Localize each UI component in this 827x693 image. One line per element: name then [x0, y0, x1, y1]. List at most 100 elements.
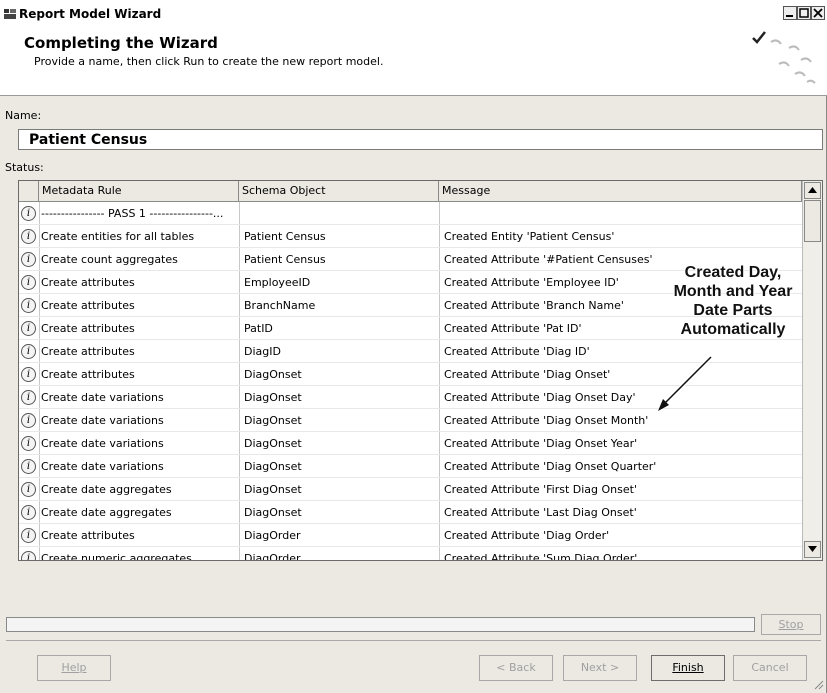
wizard-graphic-icon [752, 31, 816, 84]
table-row[interactable]: i Create date variations DiagOnset Created … [19, 432, 802, 455]
schema-object-cell: DiagOrder [244, 529, 301, 542]
schema-object-cell: DiagOnset [244, 391, 302, 404]
message-cell: Created Attribute 'Diag Onset Quarter' [444, 460, 657, 473]
annotation-callout: Created Day, Month and Year Date Parts A… [663, 263, 803, 339]
info-icon: i [21, 252, 36, 267]
next-button[interactable]: Next > [563, 655, 637, 681]
name-field[interactable]: Patient Census [18, 129, 823, 150]
metadata-rule-cell: Create date variations [41, 437, 164, 450]
info-icon: i [21, 298, 36, 313]
message-cell: Created Attribute 'Diag Order' [444, 529, 610, 542]
window-title: Report Model Wizard [19, 7, 162, 21]
scroll-down-icon [808, 546, 817, 552]
metadata-rule-cell: Create attributes [41, 345, 135, 358]
close-icon [813, 8, 823, 18]
message-cell [444, 202, 799, 225]
metadata-rule-cell: Create attributes [41, 322, 135, 335]
schema-object-cell: BranchName [244, 299, 316, 312]
close-button[interactable] [811, 6, 825, 20]
table-row[interactable]: i Create attributes DiagOrder Created Attri… [19, 524, 802, 547]
resize-grip-icon[interactable] [812, 678, 824, 690]
row-icon-cell: i [19, 547, 39, 560]
metadata-rule-cell: Create attributes [41, 368, 135, 381]
help-button[interactable]: Help [37, 655, 111, 681]
info-icon: i [21, 505, 36, 520]
column-header-message[interactable]: Message [439, 181, 802, 202]
scroll-thumb[interactable] [804, 200, 821, 242]
row-icon-cell: i [19, 409, 39, 432]
metadata-rule-cell: Create attributes [41, 529, 135, 542]
table-row[interactable]: i Create date aggregates DiagOnset Created … [19, 501, 802, 524]
schema-object-cell: DiagOnset [244, 368, 302, 381]
back-button[interactable]: < Back [479, 655, 553, 681]
callout-line: Created Day, [684, 264, 782, 281]
info-icon: i [21, 482, 36, 497]
app-icon [4, 9, 16, 19]
schema-object-cell [244, 202, 434, 225]
metadata-rule-cell: Create date variations [41, 460, 164, 473]
row-icon-cell: i [19, 455, 39, 478]
divider [6, 640, 821, 641]
table-row[interactable]: i ---------------- PASS 1 ---------------… [19, 202, 802, 225]
metadata-rule-cell: Create date variations [41, 391, 164, 404]
info-icon: i [21, 436, 36, 451]
grid-header-icon-column [19, 181, 39, 202]
schema-object-cell: DiagOnset [244, 506, 302, 519]
maximize-button[interactable] [797, 6, 811, 20]
metadata-rule-cell: ---------------- PASS 1 ----------------… [41, 207, 224, 220]
table-row[interactable]: i Create date variations DiagOnset Created … [19, 455, 802, 478]
metadata-rule-cell: Create date aggregates [41, 483, 172, 496]
status-label: Status: [5, 161, 44, 174]
minimize-button[interactable] [783, 6, 797, 20]
message-cell: Created Attribute 'Diag Onset Month' [444, 414, 649, 427]
message-cell: Created Attribute 'Last Diag Onset' [444, 506, 637, 519]
table-row[interactable]: i Create date aggregates DiagOnset Created … [19, 478, 802, 501]
row-icon-cell: i [19, 225, 39, 248]
metadata-rule-cell: Create entities for all tables [41, 230, 195, 243]
info-icon: i [21, 321, 36, 336]
info-icon: i [21, 229, 36, 244]
page-subtitle: Provide a name, then click Run to create… [34, 55, 384, 68]
table-row[interactable]: i Create entities for all tables Patient C… [19, 225, 802, 248]
row-icon-cell: i [19, 478, 39, 501]
info-icon: i [21, 367, 36, 382]
column-header-metadata-rule[interactable]: Metadata Rule [39, 181, 239, 202]
message-cell: Created Attribute 'Sum Diag Order' [444, 552, 638, 561]
table-row[interactable]: i Create numeric aggregates DiagOrder Creat… [19, 547, 802, 561]
progress-bar [6, 617, 755, 632]
name-label: Name: [5, 109, 42, 122]
row-icon-cell: i [19, 294, 39, 317]
help-label: Help [61, 661, 87, 674]
row-icon-cell: i [19, 501, 39, 524]
row-icon-cell: i [19, 386, 39, 409]
report-model-wizard-window: Report Model Wizard Completing the Wizar… [0, 0, 827, 693]
row-icon-cell: i [19, 363, 39, 386]
info-icon: i [21, 528, 36, 543]
info-icon: i [21, 206, 36, 221]
schema-object-cell: DiagOnset [244, 414, 302, 427]
scroll-up-button[interactable] [804, 182, 821, 199]
minimize-icon [786, 15, 793, 17]
cancel-button[interactable]: Cancel [733, 655, 807, 681]
message-cell: Created Attribute 'Diag Onset Year' [444, 437, 638, 450]
stop-button[interactable]: Stop [761, 614, 821, 635]
vertical-scrollbar[interactable] [802, 181, 822, 560]
cancel-label: Cancel [751, 661, 789, 674]
scroll-down-button[interactable] [804, 541, 821, 558]
schema-object-cell: Patient Census [244, 253, 326, 266]
schema-object-cell: Patient Census [244, 230, 326, 243]
message-cell: Created Attribute 'First Diag Onset' [444, 483, 637, 496]
metadata-rule-cell: Create attributes [41, 276, 135, 289]
info-icon: i [21, 344, 36, 359]
schema-object-cell: DiagOnset [244, 460, 302, 473]
callout-line: Month and Year [673, 283, 793, 300]
row-icon-cell: i [19, 340, 39, 363]
maximize-icon [799, 8, 809, 18]
column-header-schema-object[interactable]: Schema Object [239, 181, 439, 202]
message-cell: Created Entity 'Patient Census' [444, 230, 615, 243]
info-icon: i [21, 551, 36, 560]
finish-button[interactable]: Finish [651, 655, 725, 681]
schema-object-cell: DiagOnset [244, 437, 302, 450]
row-icon-cell: i [19, 432, 39, 455]
metadata-rule-cell: Create attributes [41, 299, 135, 312]
